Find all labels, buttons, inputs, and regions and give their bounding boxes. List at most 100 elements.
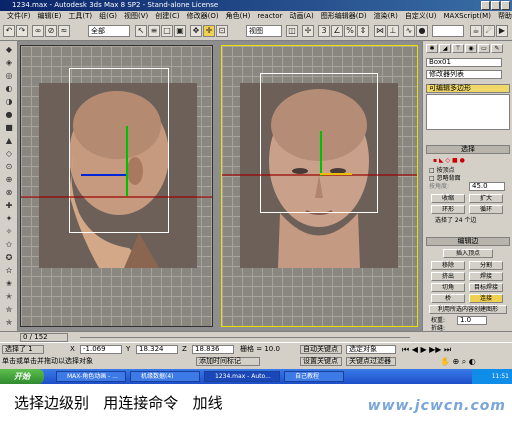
render-last-icon[interactable]: ▶ xyxy=(496,25,508,37)
left-viewport[interactable] xyxy=(20,45,213,327)
named-selection-dropdown[interactable] xyxy=(432,25,464,37)
tab-icon-10[interactable]: ⊙ xyxy=(3,162,15,172)
by-vertex-checkbox[interactable]: □ 按顶点 xyxy=(429,167,455,174)
snap-icon[interactable]: 3 xyxy=(318,25,330,37)
menu-group[interactable]: 组(G) xyxy=(99,12,117,20)
rollout-edit-edges[interactable]: 编辑边 xyxy=(426,237,510,246)
start-button[interactable]: 开始 xyxy=(0,369,44,384)
chamfer-button[interactable]: 切角 xyxy=(431,283,465,292)
front-viewport[interactable] xyxy=(221,45,418,327)
percent-snap-icon[interactable]: % xyxy=(344,25,356,37)
task-item-active[interactable]: 1234.max - Auto... xyxy=(204,371,280,382)
quick-render-icon[interactable]: ☄ xyxy=(483,25,495,37)
key-filters-button[interactable]: 关键点过滤器 xyxy=(346,357,396,366)
rollout-selection[interactable]: 选择 xyxy=(426,145,510,154)
weight-field[interactable]: 1.0 xyxy=(457,316,487,325)
tab-icon-7[interactable]: ■ xyxy=(3,123,15,133)
menu-character[interactable]: 角色(H) xyxy=(226,12,251,20)
select-scale-icon[interactable]: ⊡ xyxy=(216,25,228,37)
loop-button[interactable]: 循环 xyxy=(469,205,503,214)
tab-icon-16[interactable]: ✩ xyxy=(3,240,15,250)
connect-button[interactable]: 连接 xyxy=(469,294,503,303)
tab-icon-21[interactable]: ✮ xyxy=(3,305,15,315)
undo-icon[interactable]: ↶ xyxy=(3,25,15,37)
rect-selection-icon[interactable]: □ xyxy=(161,25,173,37)
z-coordinate-field[interactable]: 18.836 xyxy=(192,345,234,354)
shrink-button[interactable]: 收缩 xyxy=(431,194,465,203)
redo-icon[interactable]: ↷ xyxy=(16,25,28,37)
bind-space-warp-icon[interactable]: ≈ xyxy=(58,25,70,37)
tab-icon-12[interactable]: ⊗ xyxy=(3,188,15,198)
y-coordinate-field[interactable]: 18.324 xyxy=(136,345,178,354)
bridge-button[interactable]: 桥 xyxy=(431,294,465,303)
menu-customize[interactable]: 自定义(U) xyxy=(405,12,437,20)
tab-icon-4[interactable]: ◐ xyxy=(3,84,15,94)
align-icon[interactable]: ⊥ xyxy=(387,25,399,37)
render-scene-icon[interactable]: ☕ xyxy=(470,25,482,37)
menu-edit[interactable]: 编辑(E) xyxy=(38,12,62,20)
extrude-button[interactable]: 挤出 xyxy=(431,272,465,281)
tab-icon-17[interactable]: ✪ xyxy=(3,253,15,263)
menu-help[interactable]: 帮助(H) xyxy=(498,12,512,20)
menu-views[interactable]: 视图(V) xyxy=(124,12,148,20)
set-key-button[interactable]: 设置关键点 xyxy=(300,357,342,366)
selection-filter-dropdown[interactable]: 全部 xyxy=(88,25,130,37)
angle-value-field[interactable]: 45.0 xyxy=(469,182,505,191)
ignore-backfacing-checkbox[interactable]: □ 忽略背面 xyxy=(429,175,461,182)
hierarchy-tab-icon[interactable]: ⊤ xyxy=(452,44,464,53)
maximize-button[interactable] xyxy=(491,1,500,10)
window-crossing-icon[interactable]: ▣ xyxy=(174,25,186,37)
select-move-icon[interactable]: ✥ xyxy=(190,25,202,37)
spinner-snap-icon[interactable]: ⇕ xyxy=(357,25,369,37)
reference-coordinate-dropdown[interactable]: 视图 xyxy=(246,25,282,37)
playback-controls-icon[interactable]: ⏮ ◀ ▶ ▶▶ ⏭ xyxy=(402,345,451,354)
tab-icon-1[interactable]: ◆ xyxy=(3,45,15,55)
tab-icon-22[interactable]: ✯ xyxy=(3,318,15,328)
menu-animation[interactable]: 动画(A) xyxy=(289,12,313,20)
unlink-icon[interactable]: ⊘ xyxy=(45,25,57,37)
menu-file[interactable]: 文件(F) xyxy=(7,12,31,20)
tab-icon-5[interactable]: ◑ xyxy=(3,97,15,107)
menu-modifiers[interactable]: 修改器(O) xyxy=(187,12,219,20)
modifier-stack-list[interactable] xyxy=(426,94,510,130)
auto-key-button[interactable]: 自动关键点 xyxy=(300,345,342,354)
selected-objects-dropdown[interactable]: 选定对象 xyxy=(346,345,396,354)
select-by-name-icon[interactable]: ≡ xyxy=(148,25,160,37)
pivot-icon[interactable]: ◫ xyxy=(286,25,298,37)
split-button[interactable]: 分割 xyxy=(469,261,503,270)
tab-icon-13[interactable]: ✚ xyxy=(3,201,15,211)
link-icon[interactable]: ∞ xyxy=(32,25,44,37)
task-item[interactable]: 机缘数据(4) xyxy=(130,371,200,382)
tab-icon-6[interactable]: ● xyxy=(3,110,15,120)
menu-tools[interactable]: 工具(T) xyxy=(68,12,92,20)
object-name-field[interactable]: Box01 xyxy=(426,58,502,67)
modify-tab-icon[interactable]: ◢ xyxy=(439,44,451,53)
select-rotate-icon[interactable]: ✛ xyxy=(203,25,215,37)
create-shape-button[interactable]: 利用所选内容创建图形 xyxy=(429,305,507,314)
minimize-button[interactable] xyxy=(481,1,490,10)
task-item[interactable]: MAX-角色动画 - ... xyxy=(56,371,126,382)
time-slider[interactable]: 0 / 152 xyxy=(0,331,512,342)
select-object-icon[interactable]: ↖ xyxy=(135,25,147,37)
tab-icon-14[interactable]: ✦ xyxy=(3,214,15,224)
tab-icon-19[interactable]: ✬ xyxy=(3,279,15,289)
add-time-tag-button[interactable]: 添加时间标记 xyxy=(196,357,260,366)
x-coordinate-field[interactable]: -1.069 xyxy=(80,345,122,354)
frame-counter[interactable]: 0 / 152 xyxy=(20,333,68,342)
menu-reactor[interactable]: reactor xyxy=(257,12,282,20)
menu-rendering[interactable]: 渲染(R) xyxy=(374,12,398,20)
tab-icon-9[interactable]: ◇ xyxy=(3,149,15,159)
tab-icon-3[interactable]: ◎ xyxy=(3,71,15,81)
angle-snap-icon[interactable]: ∠ xyxy=(331,25,343,37)
tab-icon-18[interactable]: ✫ xyxy=(3,266,15,276)
stack-item-editable-poly[interactable]: 可编辑多边形 xyxy=(426,84,510,93)
target-weld-button[interactable]: 目标焊接 xyxy=(469,283,503,292)
material-editor-icon[interactable]: ● xyxy=(416,25,428,37)
viewport-nav-icons[interactable]: ✋ ⊕ ⌕ ◐ xyxy=(440,357,476,366)
subobject-icons[interactable]: ▪ ◣ ◇ ■ ● xyxy=(433,157,465,164)
ring-button[interactable]: 环形 xyxy=(431,205,465,214)
tab-icon-2[interactable]: ◈ xyxy=(3,58,15,68)
tab-icon-11[interactable]: ⊕ xyxy=(3,175,15,185)
menu-maxscript[interactable]: MAXScript(M) xyxy=(444,12,491,20)
weld-button[interactable]: 焊接 xyxy=(469,272,503,281)
